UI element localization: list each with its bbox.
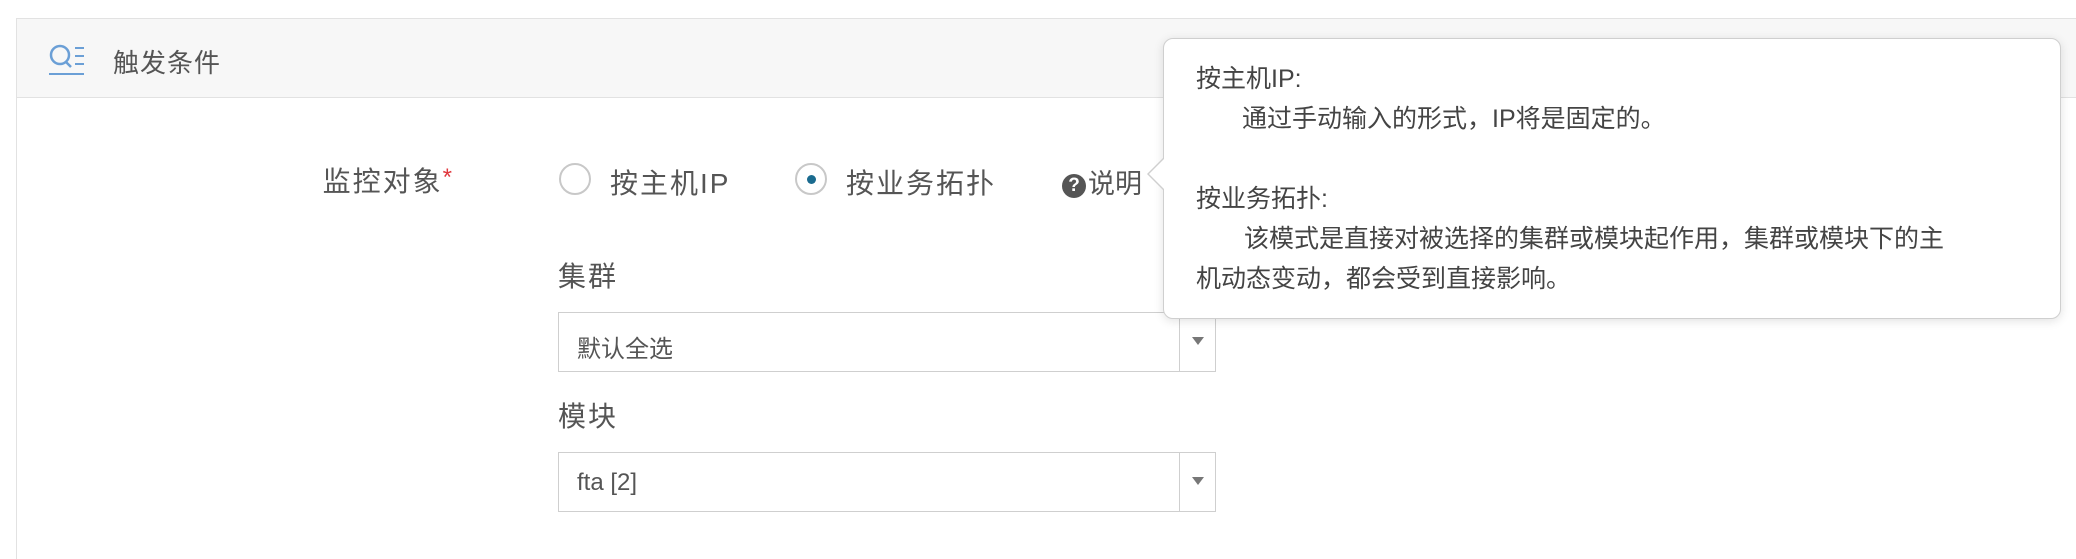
help-link[interactable]: ? 说明: [1062, 162, 1142, 201]
radio-host-ip-label[interactable]: 按主机IP: [610, 162, 730, 202]
cluster-label: 集群: [558, 261, 619, 292]
radio-business-topology[interactable]: [795, 163, 827, 195]
module-select[interactable]: fta [2]: [558, 452, 1216, 512]
required-mark: *: [442, 164, 454, 191]
cluster-select-value: 默认全选: [577, 336, 673, 363]
tooltip-host-ip-desc: 通过手动输入的形式，IP将是固定的。: [1242, 105, 1666, 133]
help-tooltip: 按主机IP: 通过手动输入的形式，IP将是固定的。 按业务拓扑: 该模式是直接对…: [1147, 38, 2061, 319]
cluster-select[interactable]: 默认全选: [558, 312, 1216, 372]
section-title: 触发条件: [113, 48, 222, 78]
search-list-icon: [47, 41, 87, 77]
tooltip-topology-desc-1: 该模式是直接对被选择的集群或模块起作用，集群或模块下的主: [1244, 225, 1945, 253]
tooltip-arrow-fill: [1149, 158, 1165, 190]
question-circle-icon: ?: [1062, 174, 1086, 198]
module-select-value: fta [2]: [577, 469, 638, 496]
tooltip-topology-desc-2: 机动态变动，都会受到直接影响。: [1196, 265, 1572, 293]
radio-business-topology-label[interactable]: 按业务拓扑: [846, 162, 996, 202]
radio-host-ip[interactable]: [559, 163, 591, 195]
tooltip-topology-title: 按业务拓扑:: [1196, 185, 1328, 213]
module-label: 模块: [558, 401, 619, 432]
monitor-target-label: 监控对象*: [322, 164, 454, 197]
chevron-down-icon[interactable]: [1179, 453, 1215, 511]
tooltip-host-ip-title: 按主机IP:: [1196, 65, 1302, 93]
chevron-down-icon[interactable]: [1179, 313, 1215, 371]
